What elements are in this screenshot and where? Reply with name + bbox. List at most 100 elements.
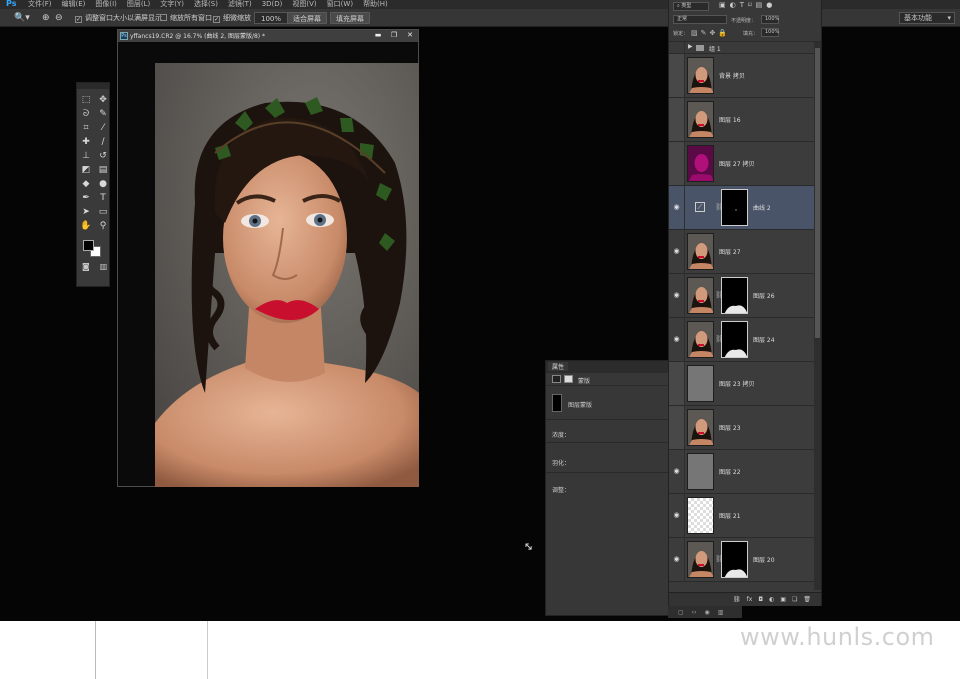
- blend-mode-select[interactable]: 正常: [673, 15, 727, 24]
- scrubby-zoom-checkbox[interactable]: ✓ 细微缩放: [213, 12, 251, 24]
- scrollbar-thumb[interactable]: [815, 48, 820, 338]
- layer-thumbnail[interactable]: [687, 365, 714, 402]
- marquee-tool-icon[interactable]: ⬚: [78, 94, 94, 107]
- eye-icon[interactable]: ◉: [669, 186, 685, 229]
- eye-icon[interactable]: ◉: [669, 230, 685, 273]
- layer-row[interactable]: ◉ 图层 16: [669, 98, 815, 142]
- layer-row[interactable]: ◉ 图层 22: [669, 450, 815, 494]
- layer-thumbnail[interactable]: [687, 497, 714, 534]
- layer-thumbnail[interactable]: [687, 145, 714, 182]
- layer-row[interactable]: ◉ 图层 23 拷贝: [669, 362, 815, 406]
- new-layer-icon[interactable]: ❏: [792, 596, 797, 603]
- menu-select[interactable]: 选择(S): [194, 0, 218, 8]
- eye-icon[interactable]: ◉: [669, 406, 685, 449]
- layer-mask-thumbnail[interactable]: [721, 541, 748, 578]
- move-tool-icon[interactable]: ✥: [95, 94, 111, 107]
- foreground-color-swatch[interactable]: [83, 240, 94, 251]
- eye-icon[interactable]: ◉: [669, 538, 685, 581]
- visibility-toggle[interactable]: [669, 42, 685, 54]
- zoom-tool-icon[interactable]: ⚲: [95, 220, 111, 233]
- layer-row[interactable]: ◉ ⛓ 图层 26: [669, 274, 815, 318]
- menu-image[interactable]: 图像(I): [95, 0, 117, 8]
- eyedropper-tool-icon[interactable]: ⁄: [95, 122, 111, 135]
- layer-thumbnail[interactable]: [687, 233, 714, 270]
- quick-select-tool-icon[interactable]: ✎: [95, 108, 111, 121]
- pen-tool-icon[interactable]: ✒: [78, 192, 94, 205]
- mask-thumbnail[interactable]: [552, 394, 562, 412]
- adjustment-icon[interactable]: ◐: [769, 596, 774, 603]
- fx-icon[interactable]: fx: [747, 596, 753, 603]
- resize-windows-checkbox[interactable]: ✓ 调整窗口大小以满屏显示: [75, 12, 162, 24]
- layer-row[interactable]: ◉ 图层 21: [669, 494, 815, 538]
- layer-thumbnail[interactable]: [687, 541, 714, 578]
- layer-thumbnail[interactable]: [687, 321, 714, 358]
- history-brush-icon[interactable]: ↺: [95, 150, 111, 163]
- menu-layer[interactable]: 图层(L): [127, 0, 150, 8]
- layer-thumbnail[interactable]: [687, 101, 714, 138]
- layer-row[interactable]: ◉ ⛓ 图层 20: [669, 538, 815, 582]
- blur-tool-icon[interactable]: ◆: [78, 178, 94, 191]
- trash-icon[interactable]: ▥: [718, 609, 724, 616]
- eye-icon[interactable]: ◉: [669, 54, 685, 97]
- layer-mask-thumbnail[interactable]: [721, 277, 748, 314]
- eraser-tool-icon[interactable]: ◩: [78, 164, 94, 177]
- eye-icon[interactable]: ◉: [669, 98, 685, 141]
- layer-row[interactable]: ◉ 图层 23: [669, 406, 815, 450]
- gradient-tool-icon[interactable]: ▤: [95, 164, 111, 177]
- eye-icon[interactable]: ◉: [669, 494, 685, 537]
- layer-thumbnail[interactable]: [687, 453, 714, 490]
- filter-icons[interactable]: ▣◐T⌑▤●: [719, 1, 776, 9]
- hand-tool-icon[interactable]: ✋: [78, 220, 94, 233]
- zoom-tool-icon[interactable]: 🔍▾: [14, 12, 30, 24]
- layer-row[interactable]: ◉ ⛓ 图层 24: [669, 318, 815, 362]
- shape-tool-icon[interactable]: ▭: [95, 206, 111, 219]
- layer-row[interactable]: ◉ ⟋ ⛓ 曲线 2: [669, 186, 815, 230]
- eye-icon[interactable]: ◉: [669, 274, 685, 317]
- layer-row[interactable]: ◉ 图层 27 拷贝: [669, 142, 815, 186]
- eye-icon[interactable]: ◉: [669, 142, 685, 185]
- menu-filter[interactable]: 滤镜(T): [228, 0, 252, 8]
- folder-icon[interactable]: ▣: [780, 596, 786, 603]
- eye-icon[interactable]: ◉: [669, 362, 685, 405]
- menu-type[interactable]: 文字(Y): [160, 0, 184, 8]
- eye-icon[interactable]: ◉: [669, 450, 685, 493]
- mask-icon[interactable]: ◘: [758, 596, 763, 603]
- minimize-icon[interactable]: ▬: [370, 30, 386, 41]
- workspace-select[interactable]: 基本功能 ▾: [899, 12, 955, 24]
- layer-group-row[interactable]: ▶ 组 1: [669, 42, 815, 54]
- screen-mode-icon[interactable]: ▥: [100, 262, 108, 271]
- menu-3d[interactable]: 3D(D): [262, 0, 283, 8]
- code-icon[interactable]: ‹›: [692, 609, 697, 616]
- zoom-value-field[interactable]: 100%: [254, 12, 289, 24]
- opacity-field[interactable]: 100%: [761, 15, 779, 24]
- fill-field[interactable]: 100%: [761, 28, 779, 37]
- healing-tool-icon[interactable]: ✚: [78, 136, 94, 149]
- square-icon[interactable]: ▢: [678, 609, 684, 616]
- layers-scrollbar[interactable]: [814, 42, 821, 590]
- crop-tool-icon[interactable]: ⌗: [78, 122, 94, 135]
- lock-icons[interactable]: ▨✎✥🔒: [691, 29, 730, 37]
- restore-icon[interactable]: ❐: [386, 30, 402, 41]
- fit-screen-button[interactable]: 适合屏幕: [287, 12, 327, 24]
- document-titlebar[interactable]: Ps yffancs19.CR2 @ 16.7% (曲线 2, 图层蒙版/8) …: [118, 30, 418, 42]
- dodge-tool-icon[interactable]: ●: [95, 178, 111, 191]
- layer-mask-thumbnail[interactable]: [721, 189, 748, 226]
- layer-mask-thumbnail[interactable]: [721, 321, 748, 358]
- type-tool-icon[interactable]: T: [95, 192, 111, 205]
- quick-mask-icon[interactable]: ◙: [82, 262, 90, 271]
- layer-row[interactable]: ◉ 图层 27: [669, 230, 815, 274]
- layer-filter-select[interactable]: ⌕ 类型: [673, 2, 709, 11]
- brush-tool-icon[interactable]: ∕: [95, 136, 111, 149]
- close-icon[interactable]: ✕: [402, 30, 418, 41]
- fill-screen-button[interactable]: 填充屏幕: [330, 12, 370, 24]
- vector-mask-icon[interactable]: [564, 375, 573, 383]
- path-select-tool-icon[interactable]: ➤: [78, 206, 94, 219]
- zoom-out-icon[interactable]: ⊖: [55, 12, 63, 24]
- trash-icon[interactable]: 🗑: [803, 596, 811, 603]
- layer-thumbnail[interactable]: [687, 409, 714, 446]
- menu-edit[interactable]: 编辑(E): [62, 0, 86, 8]
- menu-window[interactable]: 窗口(W): [327, 0, 353, 8]
- layer-thumbnail[interactable]: [687, 277, 714, 314]
- expand-arrow-icon[interactable]: ▶: [688, 43, 693, 50]
- pixel-mask-icon[interactable]: [552, 375, 561, 383]
